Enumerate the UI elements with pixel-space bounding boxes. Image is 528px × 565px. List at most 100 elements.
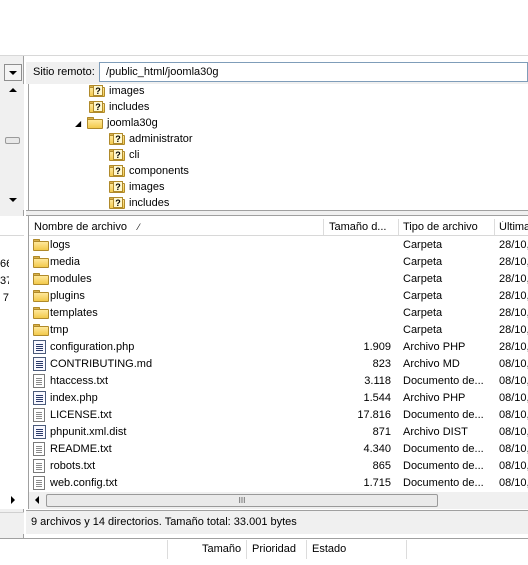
file-type: Documento de... <box>403 409 484 421</box>
column-divider[interactable] <box>398 219 399 235</box>
folder-icon <box>33 307 49 322</box>
unknown-folder-icon: ? <box>109 133 125 145</box>
queue-column-status[interactable]: Estado <box>312 543 346 555</box>
file-row[interactable]: logs Carpeta 28/10, <box>29 237 528 254</box>
file-row[interactable]: configuration.php 1.909 Archivo PHP 28/10, <box>29 339 528 356</box>
tree-item-label: joomla30g <box>107 117 158 129</box>
tree-item-label: images <box>109 85 145 97</box>
file-modified: 28/10, <box>499 273 528 285</box>
php-file-icon <box>33 340 46 354</box>
file-modified: 08/10, <box>499 477 528 489</box>
file-modified: 08/10, <box>499 443 528 455</box>
remote-path-input[interactable]: /public_html/joomla30g <box>99 62 528 82</box>
tree-item[interactable]: ? includes <box>89 99 149 115</box>
file-name: templates <box>50 307 98 319</box>
file-row[interactable]: modules Carpeta 28/10, <box>29 271 528 288</box>
php-file-icon <box>33 425 46 439</box>
column-header-type[interactable]: Tipo de archivo <box>403 221 491 233</box>
local-tree-scroll-thumb[interactable] <box>5 137 20 144</box>
file-row[interactable]: LICENSE.txt 17.816 Documento de... 08/10, <box>29 407 528 424</box>
column-header-modified[interactable]: Última <box>499 221 528 233</box>
file-modified: 28/10, <box>499 290 528 302</box>
horizontal-scroll-thumb[interactable]: III <box>46 494 438 507</box>
folder-icon <box>33 290 49 305</box>
file-size: 871 <box>372 426 391 438</box>
column-header-name[interactable]: Nombre de archivo ⁄ <box>34 221 314 233</box>
column-divider[interactable] <box>494 219 495 235</box>
column-header-size[interactable]: Tamaño d... <box>329 221 395 233</box>
queue-column-size[interactable]: Tamaño <box>202 543 241 555</box>
scroll-left-arrow-icon[interactable] <box>35 496 39 504</box>
file-size: 4.340 <box>363 443 391 455</box>
file-row[interactable]: htaccess.txt 3.118 Documento de... 08/10, <box>29 373 528 390</box>
local-file-list[interactable]: 66 37 7 <box>0 216 24 509</box>
file-type: Archivo MD <box>403 358 460 370</box>
file-type: Archivo DIST <box>403 426 468 438</box>
file-size: 823 <box>372 358 391 370</box>
local-site-dropdown[interactable] <box>4 64 22 81</box>
scroll-up-arrow-icon[interactable] <box>9 88 17 92</box>
file-name: web.config.txt <box>50 477 118 489</box>
tree-item[interactable]: ◢ joomla30g <box>75 115 158 131</box>
file-size: 1.544 <box>363 392 391 404</box>
file-name: configuration.php <box>50 341 135 353</box>
tree-item-label: includes <box>129 197 170 209</box>
file-row[interactable]: web.config.txt 1.715 Documento de... 08/10, <box>29 475 528 492</box>
tree-item[interactable]: ? components <box>109 163 189 179</box>
file-name: index.php <box>50 392 98 404</box>
file-type: Documento de... <box>403 443 484 455</box>
queue-column-priority[interactable]: Prioridad <box>252 543 296 555</box>
local-size-value: 66 <box>0 258 9 270</box>
file-type: Carpeta <box>403 307 443 319</box>
file-name: media <box>50 256 80 268</box>
collapse-arrow-icon[interactable]: ◢ <box>75 119 87 128</box>
file-type: Carpeta <box>403 273 443 285</box>
file-name: htaccess.txt <box>50 375 109 387</box>
file-modified: 28/10, <box>499 324 528 336</box>
tree-item[interactable]: ? images <box>89 83 144 99</box>
tree-item[interactable]: ? includes <box>109 195 169 211</box>
local-size-value: 37 <box>0 275 9 287</box>
file-row[interactable]: tmp Carpeta 28/10, <box>29 322 528 339</box>
tree-item-label: includes <box>109 101 150 113</box>
column-divider[interactable] <box>246 540 247 559</box>
file-name: plugins <box>50 290 85 302</box>
file-modified: 28/10, <box>499 256 528 268</box>
tree-item-label: administrator <box>129 133 193 145</box>
text-file-icon <box>33 442 45 456</box>
unknown-folder-icon: ? <box>89 85 105 97</box>
column-divider[interactable] <box>406 540 407 559</box>
tree-item-label: components <box>129 165 189 177</box>
tree-item[interactable]: ? administrator <box>109 131 193 147</box>
file-row[interactable]: CONTRIBUTING.md 823 Archivo MD 08/10, <box>29 356 528 373</box>
file-size: 1.715 <box>363 477 391 489</box>
file-row[interactable]: media Carpeta 28/10, <box>29 254 528 271</box>
tree-item[interactable]: ? cli <box>109 147 139 163</box>
local-list-header <box>0 218 24 236</box>
local-tree-scrollbar[interactable] <box>0 84 24 210</box>
file-name: phpunit.xml.dist <box>50 426 127 438</box>
file-row[interactable]: templates Carpeta 28/10, <box>29 305 528 322</box>
file-row[interactable]: robots.txt 865 Documento de... 08/10, <box>29 458 528 475</box>
column-divider[interactable] <box>323 219 324 235</box>
file-row[interactable]: README.txt 4.340 Documento de... 08/10, <box>29 441 528 458</box>
column-name-label: Nombre de archivo <box>34 221 127 233</box>
folder-icon <box>33 239 49 254</box>
folder-icon <box>33 256 49 271</box>
scroll-right-arrow-icon[interactable] <box>11 496 15 504</box>
file-type: Carpeta <box>403 256 443 268</box>
column-divider[interactable] <box>306 540 307 559</box>
local-status-bar <box>0 512 24 534</box>
column-divider[interactable] <box>167 540 168 559</box>
tree-item-label: cli <box>129 149 140 161</box>
file-modified: 28/10, <box>499 239 528 251</box>
folder-icon <box>33 273 49 288</box>
scroll-down-arrow-icon[interactable] <box>9 198 17 202</box>
file-type: Archivo PHP <box>403 392 466 404</box>
file-row[interactable]: phpunit.xml.dist 871 Archivo DIST 08/10, <box>29 424 528 441</box>
file-row[interactable]: plugins Carpeta 28/10, <box>29 288 528 305</box>
tree-item[interactable]: ? images <box>109 179 164 195</box>
file-row[interactable]: index.php 1.544 Archivo PHP 08/10, <box>29 390 528 407</box>
remote-directory-tree[interactable]: ? images ? includes ◢ joomla30g ? admini… <box>28 84 528 210</box>
file-name: README.txt <box>50 443 112 455</box>
